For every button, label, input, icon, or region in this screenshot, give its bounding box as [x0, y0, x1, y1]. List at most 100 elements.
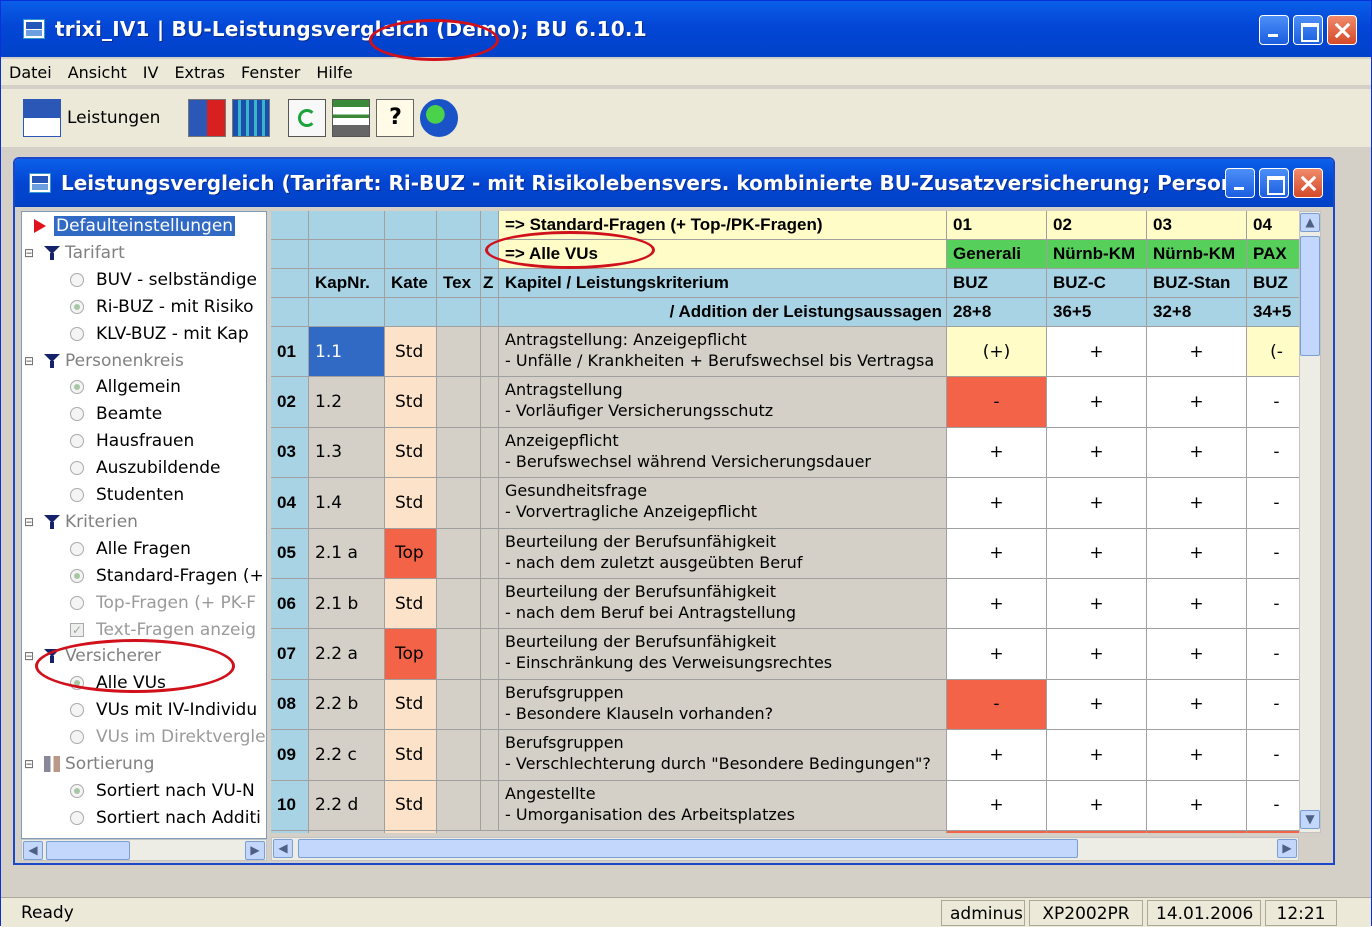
category-cell[interactable]: Std [385, 730, 437, 781]
kapitel-number[interactable]: 1.2 [309, 377, 385, 428]
column-header-kapitel[interactable]: Kapitel / Leistungskriterium [499, 269, 947, 298]
vu-header-name[interactable]: PAX [1247, 240, 1299, 269]
criterion-cell[interactable]: Beurteilung der Berufsunfähigkeit - nach … [499, 528, 947, 579]
tree-item[interactable]: Studenten [70, 483, 184, 507]
criterion-cell[interactable]: Beurteilung der Berufsunfähigkeit - Einsc… [499, 629, 947, 680]
row-number[interactable]: 06 [271, 579, 309, 630]
rating-cell[interactable]: + [1147, 377, 1247, 428]
tree-item[interactable]: BUV - selbständige [70, 268, 257, 292]
grid-horizontal-scrollbar[interactable]: ◀ ▶ [271, 837, 1299, 861]
scroll-up-icon[interactable]: ▲ [1300, 213, 1320, 232]
z-cell[interactable] [481, 377, 499, 428]
rating-cell[interactable]: + [1147, 478, 1247, 529]
column-header-z[interactable]: Z [481, 269, 499, 298]
rating-cell[interactable]: + [1047, 327, 1147, 378]
tree-item[interactable]: Standard-Fragen (+ [70, 564, 264, 588]
rating-cell[interactable]: - [1247, 629, 1299, 680]
menu-fenster[interactable]: Fenster [241, 63, 300, 82]
mdi-minimize-button[interactable] [1225, 168, 1255, 198]
criterion-cell[interactable]: Antragstellung - Vorläufiger Versicherung… [499, 377, 947, 428]
tree-item[interactable]: Sortiert nach VU-N [70, 779, 255, 803]
text-cell[interactable] [437, 478, 481, 529]
rating-cell[interactable]: - [1247, 478, 1299, 529]
rating-cell[interactable]: - [947, 377, 1047, 428]
z-cell[interactable] [481, 327, 499, 378]
rating-cell[interactable]: + [947, 579, 1047, 630]
tree-item[interactable]: VUs mit IV-Individu [70, 698, 257, 722]
collapse-icon[interactable]: ⊟ [24, 649, 36, 663]
kapitel-number[interactable]: 1.4 [309, 478, 385, 529]
help-icon[interactable]: ? [376, 99, 415, 137]
tree-item[interactable]: ⊟ Kriterien [22, 510, 138, 534]
vu-header-nr[interactable]: 03 [1147, 211, 1247, 240]
scroll-left-icon[interactable]: ◀ [23, 841, 43, 860]
row-number[interactable]: 05 [271, 528, 309, 579]
rating-cell[interactable]: + [947, 478, 1047, 529]
rating-cell[interactable]: + [1047, 528, 1147, 579]
minimize-button[interactable] [1259, 15, 1289, 45]
grid-vscroll-thumb[interactable] [1300, 236, 1320, 356]
close-button[interactable] [1327, 15, 1357, 45]
rating-cell[interactable]: + [1047, 629, 1147, 680]
rating-cell[interactable]: - [1247, 780, 1299, 831]
text-cell[interactable] [437, 427, 481, 479]
row-number[interactable]: 08 [271, 679, 309, 731]
vu-header-name[interactable]: Nürnb-KM [1147, 240, 1247, 269]
z-cell[interactable] [481, 679, 499, 731]
z-cell[interactable] [481, 478, 499, 529]
collapse-icon[interactable]: ⊟ [24, 354, 36, 368]
maximize-button[interactable] [1293, 15, 1323, 45]
grid-scroll-right-icon[interactable]: ▶ [1277, 839, 1297, 858]
tree-item[interactable]: Sortiert nach Additi [70, 806, 261, 830]
rating-cell[interactable]: + [1047, 478, 1147, 529]
rating-cell[interactable]: - [1247, 377, 1299, 428]
menu-datei[interactable]: Datei [9, 63, 52, 82]
category-cell[interactable]: Top [385, 528, 437, 579]
leistungen-button[interactable]: Leistungen [5, 96, 160, 140]
rating-cell[interactable]: + [1047, 679, 1147, 731]
scroll-down-icon[interactable]: ▼ [1300, 810, 1320, 829]
tree-item[interactable]: Hausfrauen [70, 429, 194, 453]
kapitel-number[interactable]: 1.3 [309, 427, 385, 479]
criterion-cell[interactable]: Berufsgruppen - Verschlechterung durch "B… [499, 730, 947, 781]
rating-cell[interactable]: + [1047, 780, 1147, 831]
criterion-cell[interactable]: Beurteilung der Berufsunfähigkeit - nach … [499, 579, 947, 630]
kapitel-number[interactable]: 2.2 a [309, 629, 385, 680]
collapse-icon[interactable]: ⊟ [24, 246, 36, 260]
tree-item[interactable]: ⊟ Sortierung [22, 752, 154, 776]
row-number[interactable]: 10 [271, 780, 309, 831]
rating-cell[interactable]: (+) [947, 327, 1047, 378]
menu-ansicht[interactable]: Ansicht [68, 63, 127, 82]
tree-horizontal-scrollbar[interactable]: ◀ ▶ [21, 839, 267, 861]
rating-cell[interactable]: + [1047, 579, 1147, 630]
category-cell[interactable]: Std [385, 579, 437, 630]
category-cell[interactable]: Std [385, 679, 437, 731]
row-number[interactable]: 09 [271, 730, 309, 781]
menu-extras[interactable]: Extras [174, 63, 225, 82]
vu-header-name[interactable]: Nürnb-KM [1047, 240, 1147, 269]
rating-cell[interactable]: + [947, 780, 1047, 831]
rating-cell[interactable]: + [1147, 780, 1247, 831]
z-cell[interactable] [481, 579, 499, 630]
rating-cell[interactable]: + [1147, 679, 1247, 731]
menu-iv[interactable]: IV [143, 63, 159, 82]
grid-scroll-left-icon[interactable]: ◀ [273, 839, 293, 858]
tree-item[interactable]: Ri-BUZ - mit Risiko [70, 295, 254, 319]
tree-item[interactable]: Beamte [70, 402, 162, 426]
title-bar[interactable]: trixi_IV1 | BU-Leistungsvergleich (Demo)… [1, 1, 1371, 57]
kapitel-number[interactable]: 2.1 b [309, 579, 385, 630]
report-icon[interactable] [332, 99, 371, 137]
z-cell[interactable] [481, 780, 499, 831]
row-number[interactable]: 01 [271, 327, 309, 378]
z-cell[interactable] [481, 528, 499, 579]
z-cell[interactable] [481, 427, 499, 479]
kapitel-number[interactable]: 2.1 a [309, 528, 385, 579]
text-cell[interactable] [437, 780, 481, 831]
text-cell[interactable] [437, 528, 481, 579]
compare-icon[interactable] [188, 99, 227, 137]
criterion-cell[interactable]: Angestellte - Umorganisation des Arbeitsp… [499, 780, 947, 831]
scroll-right-icon[interactable]: ▶ [245, 841, 265, 860]
row-number[interactable]: 07 [271, 629, 309, 680]
category-cell[interactable]: Std [385, 427, 437, 479]
rating-cell[interactable]: + [1147, 730, 1247, 781]
